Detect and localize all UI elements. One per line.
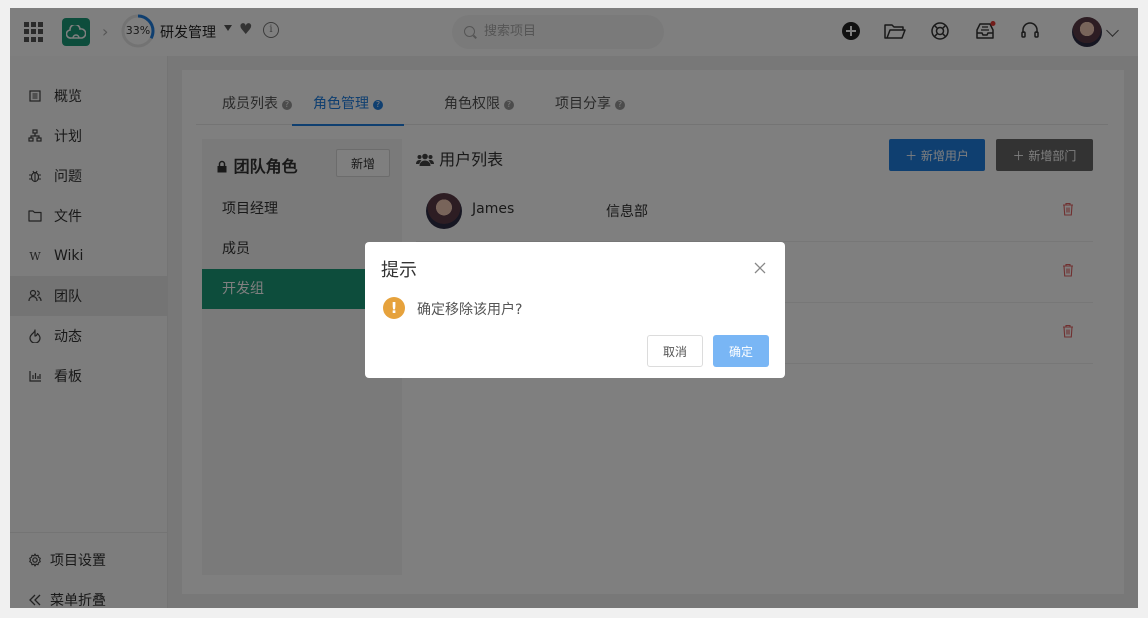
warning-icon: ! bbox=[383, 297, 405, 319]
confirm-dialog: 提示 ! 确定移除该用户? 取消 确定 bbox=[365, 242, 785, 378]
dialog-title: 提示 bbox=[381, 260, 417, 281]
confirm-button[interactable]: 确定 bbox=[713, 335, 769, 367]
close-icon[interactable] bbox=[753, 260, 767, 274]
dialog-message: 确定移除该用户? bbox=[417, 302, 523, 318]
cancel-button[interactable]: 取消 bbox=[647, 335, 703, 367]
